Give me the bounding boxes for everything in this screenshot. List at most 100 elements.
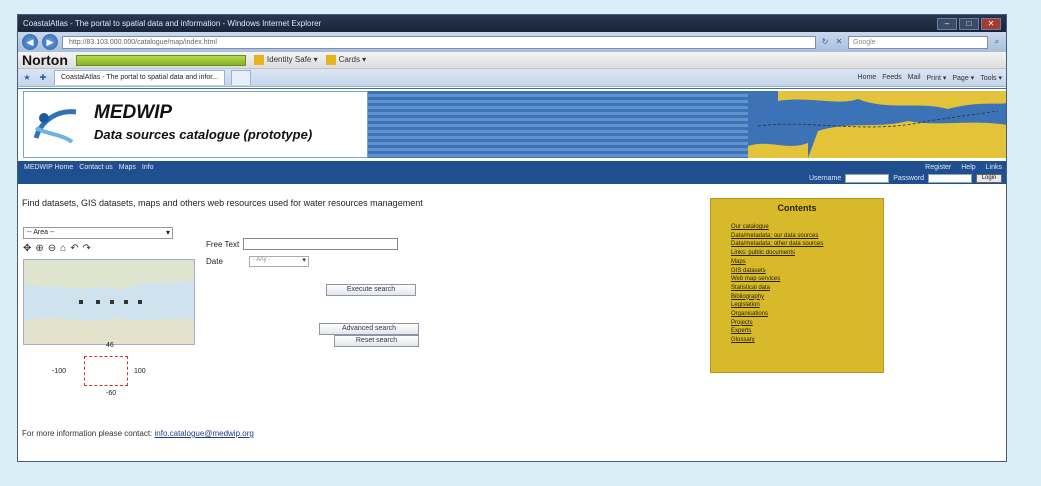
site-banner: MEDWIP Data sources catalogue (prototype…	[18, 88, 1006, 161]
cards-menu[interactable]: Cards ▾	[325, 55, 366, 65]
advanced-search-button[interactable]: Advanced search	[319, 323, 419, 335]
banner-stripes	[368, 91, 748, 158]
minimize-button[interactable]: –	[937, 17, 957, 30]
map-search-panel: -- Area -- ✥ ⊕ ⊖ ⌂ ↶ ↷	[23, 227, 203, 345]
menu-help[interactable]: Help	[961, 164, 975, 171]
password-field[interactable]	[928, 174, 972, 183]
undo-icon[interactable]: ↶	[70, 243, 78, 254]
contents-item[interactable]: Maps	[731, 258, 877, 267]
window-title: CoastalAtlas - The portal to spatial dat…	[23, 19, 322, 28]
contact-email-link[interactable]: info.catalogue@medwip.org	[155, 429, 254, 438]
contents-item[interactable]: Bibliography	[731, 293, 877, 302]
contents-item[interactable]: Web map services	[731, 275, 877, 284]
contents-item[interactable]: Projects	[731, 319, 877, 328]
password-label: Password	[893, 175, 924, 182]
stop-icon[interactable]: ✕	[834, 37, 844, 47]
zoom-extent-icon[interactable]: ⌂	[60, 243, 66, 254]
area-select[interactable]: -- Area --	[23, 227, 173, 239]
contents-item[interactable]: Experts	[731, 327, 877, 336]
banner-map-image	[748, 91, 1006, 158]
overview-map[interactable]	[23, 259, 195, 345]
date-select[interactable]: - Any -	[248, 256, 309, 267]
close-button[interactable]: ✕	[981, 17, 1001, 30]
norton-toolbar: Norton Identity Safe ▾ Cards ▾	[18, 52, 1006, 69]
username-field[interactable]	[845, 174, 890, 183]
add-favorites-icon[interactable]: ✚	[38, 73, 48, 83]
free-text-input[interactable]	[243, 238, 399, 250]
tools-command[interactable]: Tools ▾	[980, 74, 1002, 82]
address-bar: ◀ ▶ http://83.103.000.000/catalogue/map/…	[18, 32, 1006, 52]
favorites-star-icon[interactable]: ★	[22, 73, 32, 83]
web-page: MEDWIP Data sources catalogue (prototype…	[18, 88, 1006, 461]
contents-item[interactable]: Statistical data	[731, 284, 877, 293]
redo-icon[interactable]: ↷	[83, 243, 91, 254]
browser-window: CoastalAtlas - The portal to spatial dat…	[17, 14, 1007, 462]
menu-register[interactable]: Register	[925, 164, 951, 171]
page-headline: Find datasets, GIS datasets, maps and ot…	[22, 198, 423, 208]
identity-safe-menu[interactable]: Identity Safe ▾	[253, 55, 318, 65]
menu-links[interactable]: Links	[986, 164, 1002, 171]
search-icon[interactable]: ⌕	[992, 37, 1002, 47]
site-menu-bar: MEDWIP Home Contact us Maps Info Registe…	[18, 161, 1006, 173]
norton-logo: Norton	[22, 52, 68, 68]
menu-maps[interactable]: Maps	[119, 164, 136, 171]
execute-search-button[interactable]: Execute search	[326, 284, 416, 296]
contents-item[interactable]: Legislation	[731, 301, 877, 310]
bbox-south[interactable]: -60	[106, 390, 116, 397]
date-label: Date	[206, 257, 223, 266]
page-command[interactable]: Page ▾	[952, 74, 974, 82]
contact-line: For more information please contact: inf…	[22, 429, 254, 438]
window-titlebar: CoastalAtlas - The portal to spatial dat…	[18, 15, 1006, 32]
contents-list: Our catalogue Data/metadata: our data so…	[717, 223, 877, 345]
contents-item[interactable]: Our catalogue	[731, 223, 877, 232]
login-bar: Username Password Login	[18, 173, 1006, 184]
menu-info[interactable]: Info	[142, 164, 154, 171]
medwip-logo-icon	[33, 109, 77, 144]
bounding-box-widget: 46 -100 100 -60	[46, 342, 176, 406]
url-input[interactable]: http://83.103.000.000/catalogue/map/inde…	[62, 35, 816, 49]
username-label: Username	[808, 175, 842, 182]
contents-item[interactable]: Links: public documents	[731, 249, 877, 258]
contents-item[interactable]: Glossary	[731, 336, 877, 345]
search-form: Free Text Date - Any - Execute search Ad…	[206, 238, 436, 347]
print-command[interactable]: Print ▾	[927, 74, 947, 82]
menu-contact[interactable]: Contact us	[79, 164, 112, 171]
maximize-button[interactable]: □	[959, 17, 979, 30]
free-text-label: Free Text	[206, 239, 240, 249]
command-bar: Home Feeds Mail Print ▾ Page ▾ Tools ▾	[858, 74, 1002, 82]
site-subtitle: Data sources catalogue (prototype)	[94, 127, 313, 142]
bbox-east[interactable]: 100	[134, 368, 146, 375]
pan-tool-icon[interactable]: ✥	[23, 243, 31, 254]
contents-title: Contents	[777, 203, 817, 213]
contents-item[interactable]: Organisations	[731, 310, 877, 319]
tab-coastalatlas[interactable]: CoastalAtlas - The portal to spatial dat…	[54, 70, 226, 85]
site-title: MEDWIP	[94, 102, 173, 123]
contents-item[interactable]: Data/metadata: other data sources	[731, 240, 877, 249]
contact-text: For more information please contact:	[22, 429, 153, 438]
search-input[interactable]: Google	[848, 35, 988, 49]
bbox-rectangle	[84, 356, 128, 386]
identity-icon	[253, 55, 264, 65]
site-logo-area: MEDWIP Data sources catalogue (prototype…	[23, 91, 368, 158]
contents-item[interactable]: Data/metadata: our data sources	[731, 232, 877, 241]
contents-item[interactable]: GIS datasets	[731, 267, 877, 276]
mail-command[interactable]: Mail	[908, 74, 921, 82]
map-toolbar: ✥ ⊕ ⊖ ⌂ ↶ ↷	[23, 243, 203, 254]
login-button[interactable]: Login	[976, 174, 1002, 183]
feeds-command[interactable]: Feeds	[882, 74, 901, 82]
refresh-icon[interactable]: ↻	[820, 37, 830, 47]
menu-home[interactable]: MEDWIP Home	[24, 164, 73, 171]
bbox-north[interactable]: 46	[106, 342, 114, 349]
contents-panel: Contents Our catalogue Data/metadata: ou…	[710, 198, 884, 373]
zoom-in-icon[interactable]: ⊕	[35, 243, 43, 254]
norton-safe-search[interactable]	[75, 54, 246, 66]
zoom-out-icon[interactable]: ⊖	[48, 243, 56, 254]
back-icon[interactable]: ◀	[22, 34, 38, 50]
home-command[interactable]: Home	[858, 74, 877, 82]
reset-search-button[interactable]: Reset search	[334, 335, 419, 347]
forward-icon[interactable]: ▶	[42, 34, 58, 50]
bbox-west[interactable]: -100	[52, 368, 66, 375]
new-tab-button[interactable]	[231, 70, 252, 85]
tab-bar: ★ ✚ CoastalAtlas - The portal to spatial…	[18, 69, 1006, 87]
cards-icon	[325, 55, 336, 65]
